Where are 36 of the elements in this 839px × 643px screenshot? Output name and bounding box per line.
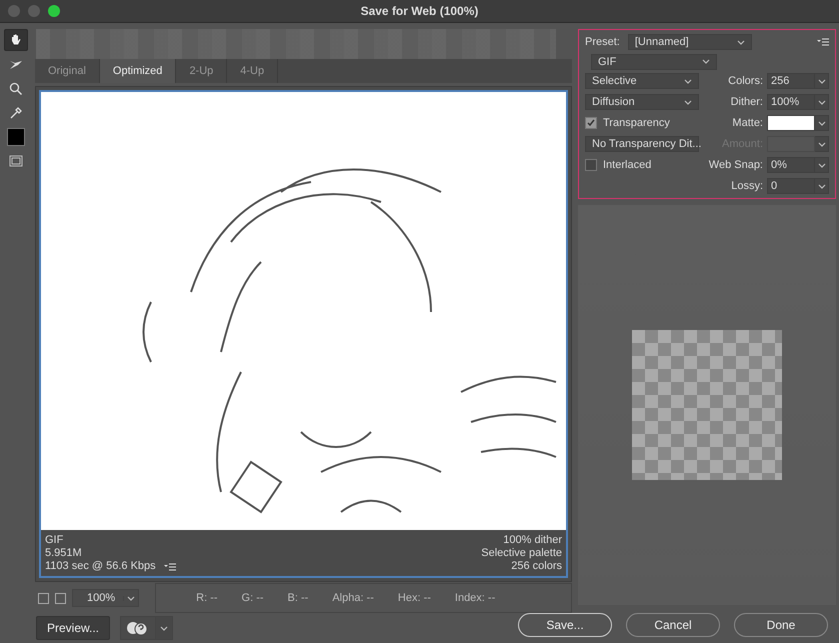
input-field[interactable]: 0% [767, 157, 815, 173]
info-text: 100% dither [502, 534, 562, 547]
field-label: Matte: [731, 117, 764, 129]
info-text: 256 colors [510, 560, 562, 573]
readout-text: Alpha: -- [332, 592, 374, 604]
checkbox-label: Transparency [603, 117, 670, 129]
readout-text: R: -- [196, 592, 218, 604]
preset-label: Preset: [585, 36, 620, 48]
info-text: GIF [45, 534, 64, 547]
preview-button[interactable]: Preview... [36, 616, 110, 640]
readout-text: B: -- [288, 592, 308, 604]
field-label: Colors: [727, 75, 764, 87]
zoom-field[interactable]: 100% [72, 589, 140, 607]
format-dropdown[interactable]: GIF [591, 54, 717, 70]
field-label: Web Snap: [708, 159, 764, 171]
field-label: Lossy: [730, 180, 764, 192]
dialog-button[interactable]: Cancel [626, 613, 720, 637]
input-field[interactable]: 0 [767, 178, 815, 194]
readout-text: Index: -- [454, 592, 496, 604]
dropdown[interactable]: Diffusion [585, 94, 699, 110]
info-text: 1103 sec @ 56.6 Kbps [45, 560, 156, 573]
info-text: 5.951M [45, 547, 83, 560]
dialog-button[interactable]: Done [734, 613, 828, 637]
dropdown[interactable]: Selective [585, 73, 699, 89]
dialog-button[interactable]: Save... [518, 613, 612, 637]
info-text: Selective palette [481, 547, 562, 560]
checkbox-label: Interlaced [603, 159, 652, 171]
input-field[interactable]: 100% [767, 94, 815, 110]
input-field[interactable]: 256 [767, 73, 815, 89]
window-title: Save for Web (100%) [360, 4, 478, 18]
view-tab[interactable]: Optimized [100, 59, 176, 83]
field-label: Dither: [730, 96, 764, 108]
preset-dropdown[interactable]: [Unnamed] [628, 34, 752, 50]
dropdown[interactable]: No Transparency Dit... [585, 136, 699, 152]
readout-text: G: -- [242, 592, 264, 604]
readout-text: Hex: -- [398, 592, 431, 604]
